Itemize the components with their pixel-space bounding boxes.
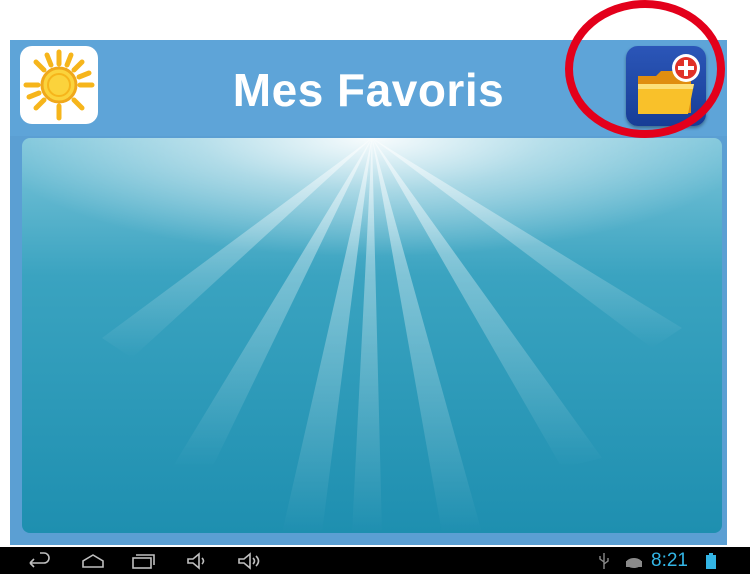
app-header: Mes Favoris [10, 40, 727, 136]
system-status-bar: 8:21 [0, 547, 750, 574]
add-folder-button[interactable] [626, 46, 706, 126]
usb-icon [597, 552, 611, 570]
app-window: Mes Favoris [10, 40, 727, 545]
volume-down-icon[interactable] [185, 551, 211, 571]
back-icon[interactable] [26, 551, 52, 571]
recent-apps-icon[interactable] [130, 551, 156, 571]
folder-add-icon [638, 54, 700, 114]
home-icon[interactable] [80, 551, 106, 571]
favorites-content-area [22, 138, 722, 533]
page-title: Mes Favoris [232, 64, 505, 116]
light-rays-background [102, 138, 682, 533]
battery-icon [706, 553, 716, 569]
volume-up-icon[interactable] [236, 551, 262, 571]
status-clock: 8:21 [651, 550, 688, 571]
android-debug-icon [624, 553, 644, 569]
